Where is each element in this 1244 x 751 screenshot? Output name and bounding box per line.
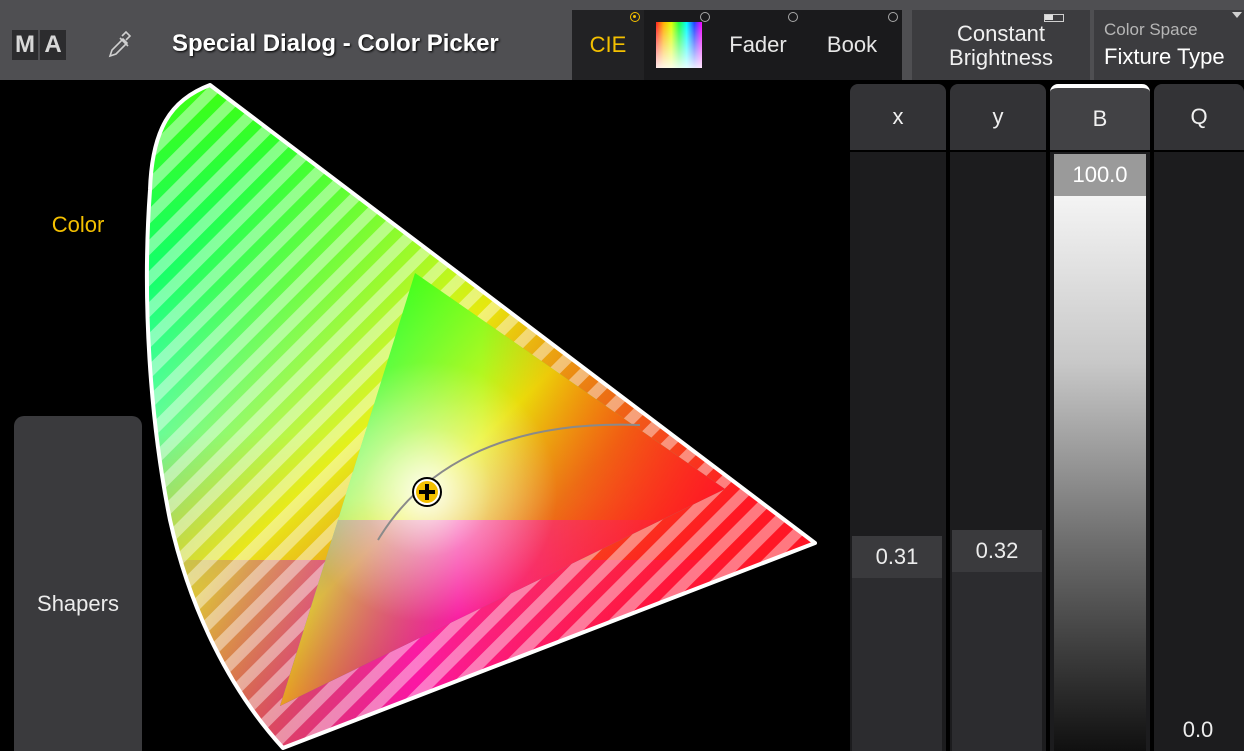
tab-color-swatch[interactable] <box>644 10 714 80</box>
radio-indicator-icon <box>700 12 710 22</box>
fader-x[interactable]: x 0.31 <box>850 80 946 751</box>
fader-b[interactable]: B 100.0 <box>1050 80 1150 751</box>
fader-y-value[interactable]: 0.32 <box>952 530 1042 572</box>
fader-x-value[interactable]: 0.31 <box>852 536 942 578</box>
fader-b-value[interactable]: 100.0 <box>1054 154 1146 196</box>
radio-indicator-icon <box>630 12 640 22</box>
fader-b-brightness-gradient <box>1054 154 1146 751</box>
fader-b-header: B <box>1050 84 1150 150</box>
fader-q[interactable]: Q 0.0 <box>1154 80 1244 751</box>
radio-indicator-icon <box>788 12 798 22</box>
brightness-label-line1: Constant <box>956 21 1046 46</box>
color-space-button[interactable]: Color Space Fixture Type <box>1094 10 1244 80</box>
cie-diagram[interactable] <box>0 80 850 751</box>
logo-letter-m: M <box>12 30 38 60</box>
fader-y-fill <box>952 572 1042 751</box>
tab-fader-label: Fader <box>729 32 787 57</box>
tab-fader[interactable]: Fader <box>714 10 802 80</box>
dropdown-corner-icon <box>1232 12 1242 18</box>
color-space-label: Color Space <box>1104 20 1198 39</box>
radio-indicator-icon <box>888 12 898 22</box>
fader-q-header: Q <box>1154 84 1244 150</box>
mode-tabs: CIE Fader Book <box>572 10 902 80</box>
fader-y-header: y <box>950 84 1046 150</box>
ma-logo[interactable]: M A <box>12 30 66 60</box>
dialog-title: Special Dialog - Color Picker <box>172 30 499 57</box>
tab-cie-label: CIE <box>589 32 627 57</box>
title-bar: M A Special Dialog - Color Picker CIE Fa… <box>0 0 1244 80</box>
color-space-value: Fixture Type <box>1104 44 1225 69</box>
fader-x-header: x <box>850 84 946 150</box>
fader-q-track[interactable] <box>1154 152 1244 751</box>
fader-y[interactable]: y 0.32 <box>950 80 1046 751</box>
toggle-indicator-icon <box>1044 14 1064 22</box>
fader-q-value[interactable]: 0.0 <box>1156 709 1240 751</box>
pipette-icon[interactable] <box>106 30 132 60</box>
fader-x-fill <box>852 578 942 751</box>
tab-book-label: Book <box>826 32 878 57</box>
brightness-label-line2: Brightness <box>949 45 1053 70</box>
tab-book[interactable]: Book <box>802 10 902 80</box>
constant-brightness-button[interactable]: Constant Brightness <box>912 10 1090 80</box>
color-swatch-icon <box>656 22 702 68</box>
logo-letter-a: A <box>40 30 66 60</box>
color-selection-marker <box>412 477 442 507</box>
tab-cie[interactable]: CIE <box>572 10 644 80</box>
